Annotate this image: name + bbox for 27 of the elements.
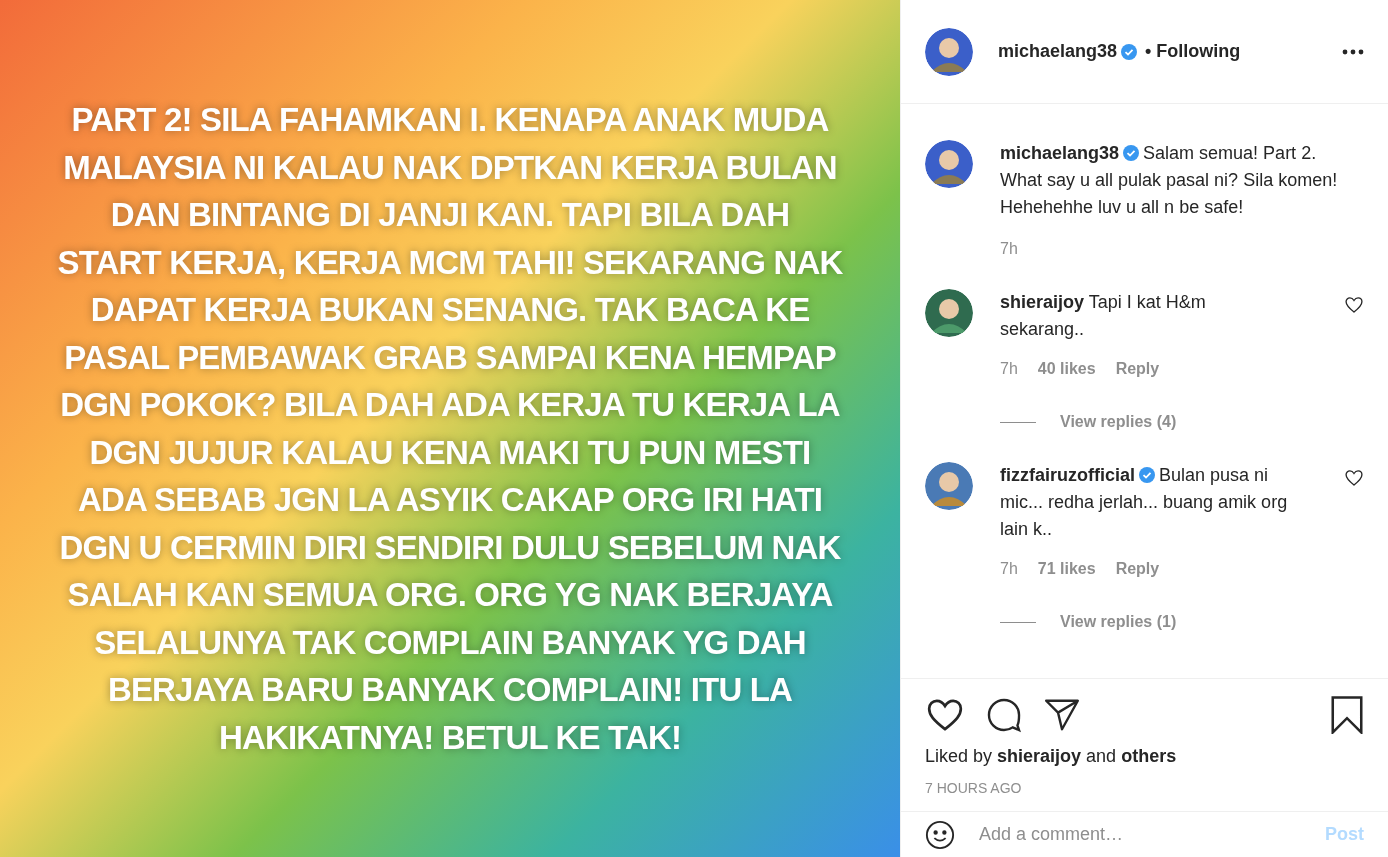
comment-text: fizzfairuzofficial Bulan pusa ni mic... redha jerlah... buang amik org lain k.. (1000, 464, 1289, 541)
reply-button[interactable]: Reply (1115, 557, 1160, 581)
avatar[interactable] (925, 27, 973, 76)
reply-button[interactable]: Reply (1115, 357, 1160, 381)
follow-status[interactable]: • Following (1145, 38, 1241, 65)
emoji-icon[interactable] (925, 819, 955, 850)
post-image-text: PART 2! SILA FAHAMKAN I. KENAPA ANAK MUDA MALAYSIA NI KALAU NAK DPTKAN KERJA BULAN DAN BINTANG DI JANJI KAN. TAPI BILA DAH START KERJA, KERJA MCM TAHI! SEKARANG NAK DAPAT KERJA BUKAN SENANG. TAK BACA KE PASAL PEMBAWAK GRAB SAMPAI KENA HEMPAP DGN POKOK? BILA DAH ADA KERJA TU KERJA LA DGN JUJUR KALAU KENA MAKI TU PUN MESTI ADA SEBAB JGN LA ASYIK CAKAP ORG IRI HATI DGN U CERMIN DIRI SENDIRI DULU SEBELUM NAK SALAH KAN SEMUA ORG. ORG YG NAK BERJAYA SELALUNYA TAK COMPLAIN BANYAK YG DAH BERJAYA BARU BANYAK COMPLAIN! ITU LA HAKIKATNYA! BETUL KE TAK! (56, 100, 844, 758)
view-replies-button[interactable]: View replies (4) (1060, 410, 1177, 434)
bookmark-icon[interactable] (1330, 696, 1364, 734)
comment-text: shieraijoy Tapi I kat H&m sekarang.. (1000, 291, 1207, 341)
caption-text: michaelang38 Salam semua! Part 2. What say u all pulak pasal ni? Sila komen! Hehehehhe luv u all n be safe! (1000, 142, 1339, 219)
username[interactable]: michaelang38 (998, 38, 1118, 65)
avatar[interactable] (925, 140, 973, 188)
like-comment-icon[interactable] (1344, 468, 1364, 488)
avatar[interactable] (925, 289, 973, 337)
comment-likes[interactable]: 71 likes (1037, 557, 1096, 581)
like-comment-icon[interactable] (1344, 295, 1364, 315)
caption-time[interactable]: 7h (1000, 237, 1345, 261)
view-replies-button[interactable]: View replies (1) (1060, 610, 1177, 634)
post-timestamp[interactable]: 7 HOURS AGO (925, 778, 1364, 799)
comment-time[interactable]: 7h (1000, 557, 1018, 581)
comment-likes[interactable]: 40 likes (1037, 357, 1096, 381)
more-options-icon[interactable] (1342, 48, 1364, 55)
comment-icon[interactable] (985, 696, 1023, 734)
avatar[interactable] (925, 462, 973, 510)
comment-time[interactable]: 7h (1000, 357, 1018, 381)
liked-by-text: Liked by shieraijoy and others (925, 745, 1178, 768)
